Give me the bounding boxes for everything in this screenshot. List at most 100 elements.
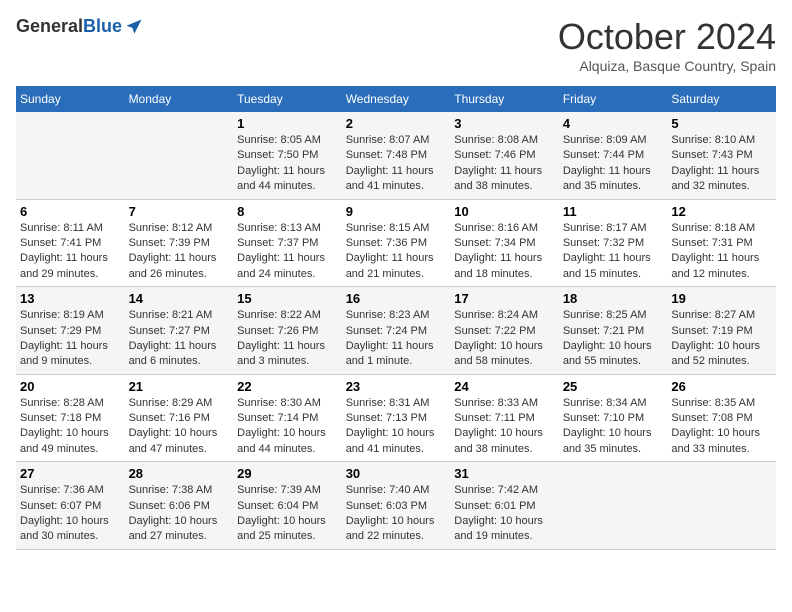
weekday-header-tuesday: Tuesday <box>233 86 342 112</box>
calendar-cell: 4 Sunrise: 8:09 AMSunset: 7:44 PMDaylight… <box>559 112 668 199</box>
calendar-cell: 11 Sunrise: 8:17 AMSunset: 7:32 PMDayligh… <box>559 199 668 287</box>
day-info: Sunrise: 8:29 AMSunset: 7:16 PMDaylight:… <box>129 396 230 458</box>
calendar-cell: 15Sunrise: 8:22 AMSunset: 7:26 PMDayligh… <box>233 287 342 375</box>
day-info: Sunrise: 7:36 AMSunset: 6:07 PMDaylight:… <box>20 483 121 545</box>
day-number: 20 <box>20 379 121 394</box>
calendar-cell: 14 Sunrise: 8:21 AMSunset: 7:27 PMDayligh… <box>125 287 234 375</box>
weekday-header-sunday: Sunday <box>16 86 125 112</box>
calendar-cell: 29 Sunrise: 7:39 AMSunset: 6:04 PMDayligh… <box>233 462 342 550</box>
day-info: Sunrise: 8:11 AMSunset: 7:41 PMDaylight:… <box>20 221 121 283</box>
location-subtitle: Alquiza, Basque Country, Spain <box>558 58 776 74</box>
calendar-cell: 20 Sunrise: 8:28 AMSunset: 7:18 PMDayligh… <box>16 374 125 462</box>
day-info: Sunrise: 8:24 AMSunset: 7:22 PMDaylight:… <box>454 308 555 370</box>
logo-blue-text: Blue <box>83 16 122 37</box>
day-info: Sunrise: 7:40 AMSunset: 6:03 PMDaylight:… <box>346 483 447 545</box>
day-number: 3 <box>454 116 555 131</box>
calendar-cell: 12 Sunrise: 8:18 AMSunset: 7:31 PMDayligh… <box>667 199 776 287</box>
day-number: 2 <box>346 116 447 131</box>
calendar-cell <box>559 462 668 550</box>
day-number: 31 <box>454 466 555 481</box>
logo-bird-icon <box>124 17 144 37</box>
page-header: General Blue October 2024 Alquiza, Basqu… <box>16 16 776 74</box>
day-info: Sunrise: 8:33 AMSunset: 7:11 PMDaylight:… <box>454 396 555 458</box>
weekday-header-friday: Friday <box>559 86 668 112</box>
day-number: 14 <box>129 291 230 306</box>
day-info: Sunrise: 8:15 AMSunset: 7:36 PMDaylight:… <box>346 221 447 283</box>
day-info: Sunrise: 8:35 AMSunset: 7:08 PMDaylight:… <box>671 396 772 458</box>
day-info: Sunrise: 8:10 AMSunset: 7:43 PMDaylight:… <box>671 133 772 195</box>
day-info: Sunrise: 7:42 AMSunset: 6:01 PMDaylight:… <box>454 483 555 545</box>
calendar-cell: 25Sunrise: 8:34 AMSunset: 7:10 PMDayligh… <box>559 374 668 462</box>
calendar-cell <box>125 112 234 199</box>
day-number: 18 <box>563 291 664 306</box>
day-info: Sunrise: 8:18 AMSunset: 7:31 PMDaylight:… <box>671 221 772 283</box>
calendar-cell: 18Sunrise: 8:25 AMSunset: 7:21 PMDayligh… <box>559 287 668 375</box>
calendar-cell <box>667 462 776 550</box>
day-number: 16 <box>346 291 447 306</box>
calendar-cell: 6Sunrise: 8:11 AMSunset: 7:41 PMDaylight… <box>16 199 125 287</box>
calendar-cell: 30 Sunrise: 7:40 AMSunset: 6:03 PMDayligh… <box>342 462 451 550</box>
day-number: 22 <box>237 379 338 394</box>
weekday-header-row: SundayMondayTuesdayWednesdayThursdayFrid… <box>16 86 776 112</box>
day-number: 15 <box>237 291 338 306</box>
calendar-week-row: 13 Sunrise: 8:19 AMSunset: 7:29 PMDayligh… <box>16 287 776 375</box>
calendar-week-row: 20 Sunrise: 8:28 AMSunset: 7:18 PMDayligh… <box>16 374 776 462</box>
calendar-cell: 1 Sunrise: 8:05 AMSunset: 7:50 PMDaylight… <box>233 112 342 199</box>
calendar-cell: 24 Sunrise: 8:33 AMSunset: 7:11 PMDayligh… <box>450 374 559 462</box>
day-number: 8 <box>237 204 338 219</box>
day-info: Sunrise: 8:21 AMSunset: 7:27 PMDaylight:… <box>129 308 230 370</box>
logo: General Blue <box>16 16 144 37</box>
day-info: Sunrise: 8:17 AMSunset: 7:32 PMDaylight:… <box>563 221 664 283</box>
day-number: 27 <box>20 466 121 481</box>
day-info: Sunrise: 8:34 AMSunset: 7:10 PMDaylight:… <box>563 396 664 458</box>
calendar-cell: 5 Sunrise: 8:10 AMSunset: 7:43 PMDaylight… <box>667 112 776 199</box>
day-info: Sunrise: 8:31 AMSunset: 7:13 PMDaylight:… <box>346 396 447 458</box>
day-number: 29 <box>237 466 338 481</box>
day-info: Sunrise: 8:23 AMSunset: 7:24 PMDaylight:… <box>346 308 447 370</box>
day-number: 7 <box>129 204 230 219</box>
calendar-week-row: 1 Sunrise: 8:05 AMSunset: 7:50 PMDaylight… <box>16 112 776 199</box>
day-info: Sunrise: 8:16 AMSunset: 7:34 PMDaylight:… <box>454 221 555 283</box>
calendar-cell: 28 Sunrise: 7:38 AMSunset: 6:06 PMDayligh… <box>125 462 234 550</box>
day-info: Sunrise: 8:28 AMSunset: 7:18 PMDaylight:… <box>20 396 121 458</box>
day-number: 24 <box>454 379 555 394</box>
month-title: October 2024 <box>558 16 776 58</box>
day-info: Sunrise: 7:38 AMSunset: 6:06 PMDaylight:… <box>129 483 230 545</box>
weekday-header-thursday: Thursday <box>450 86 559 112</box>
calendar-cell: 21Sunrise: 8:29 AMSunset: 7:16 PMDayligh… <box>125 374 234 462</box>
day-number: 11 <box>563 204 664 219</box>
day-info: Sunrise: 8:07 AMSunset: 7:48 PMDaylight:… <box>346 133 447 195</box>
calendar-cell: 17 Sunrise: 8:24 AMSunset: 7:22 PMDayligh… <box>450 287 559 375</box>
calendar-week-row: 6Sunrise: 8:11 AMSunset: 7:41 PMDaylight… <box>16 199 776 287</box>
calendar-cell: 22 Sunrise: 8:30 AMSunset: 7:14 PMDayligh… <box>233 374 342 462</box>
weekday-header-monday: Monday <box>125 86 234 112</box>
day-number: 23 <box>346 379 447 394</box>
calendar-cell: 10 Sunrise: 8:16 AMSunset: 7:34 PMDayligh… <box>450 199 559 287</box>
day-number: 30 <box>346 466 447 481</box>
day-info: Sunrise: 8:27 AMSunset: 7:19 PMDaylight:… <box>671 308 772 370</box>
day-number: 4 <box>563 116 664 131</box>
day-number: 28 <box>129 466 230 481</box>
day-info: Sunrise: 8:19 AMSunset: 7:29 PMDaylight:… <box>20 308 121 370</box>
calendar-cell: 16 Sunrise: 8:23 AMSunset: 7:24 PMDayligh… <box>342 287 451 375</box>
day-number: 26 <box>671 379 772 394</box>
day-info: Sunrise: 8:13 AMSunset: 7:37 PMDaylight:… <box>237 221 338 283</box>
day-number: 1 <box>237 116 338 131</box>
calendar-cell: 9Sunrise: 8:15 AMSunset: 7:36 PMDaylight… <box>342 199 451 287</box>
day-info: Sunrise: 8:09 AMSunset: 7:44 PMDaylight:… <box>563 133 664 195</box>
day-number: 10 <box>454 204 555 219</box>
day-info: Sunrise: 7:39 AMSunset: 6:04 PMDaylight:… <box>237 483 338 545</box>
calendar-cell: 23 Sunrise: 8:31 AMSunset: 7:13 PMDayligh… <box>342 374 451 462</box>
day-number: 13 <box>20 291 121 306</box>
day-number: 17 <box>454 291 555 306</box>
day-number: 5 <box>671 116 772 131</box>
calendar-cell: 13 Sunrise: 8:19 AMSunset: 7:29 PMDayligh… <box>16 287 125 375</box>
day-number: 19 <box>671 291 772 306</box>
calendar-cell: 3Sunrise: 8:08 AMSunset: 7:46 PMDaylight… <box>450 112 559 199</box>
calendar-cell: 2 Sunrise: 8:07 AMSunset: 7:48 PMDaylight… <box>342 112 451 199</box>
day-info: Sunrise: 8:30 AMSunset: 7:14 PMDaylight:… <box>237 396 338 458</box>
day-number: 12 <box>671 204 772 219</box>
calendar-week-row: 27 Sunrise: 7:36 AMSunset: 6:07 PMDayligh… <box>16 462 776 550</box>
calendar-cell <box>16 112 125 199</box>
day-info: Sunrise: 8:05 AMSunset: 7:50 PMDaylight:… <box>237 133 338 195</box>
